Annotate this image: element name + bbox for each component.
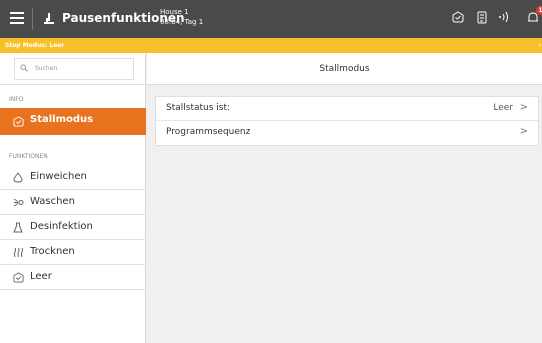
sidebar: Suchen INFO Stallmodus FUNKTIONEN Einwei… <box>0 53 146 343</box>
heat-icon <box>14 247 23 258</box>
page-title: Stallmodus <box>147 53 542 85</box>
status-check-icon[interactable] <box>452 11 464 23</box>
sidebar-item-label: Trocknen <box>30 246 75 257</box>
chevron-right-icon: > <box>519 126 528 137</box>
stop-mode-bar[interactable]: Stop Modus: Leer ‹ <box>0 38 542 53</box>
chevron-right-icon: > <box>519 102 528 113</box>
sidebar-item-waschen[interactable]: Waschen <box>0 190 146 215</box>
topbar-divider <box>32 8 33 30</box>
row-label: Programmsequenz <box>166 127 251 137</box>
pause-function-icon <box>44 13 54 24</box>
house-name: House 1 <box>160 8 189 16</box>
settings-card: Stallstatus ist: Leer > Programmsequenz … <box>155 96 539 146</box>
collapse-arrow-icon[interactable]: ‹ <box>538 38 541 53</box>
house-time-day: 08:04, Tag 1 <box>160 18 204 26</box>
sidebar-item-label: Leer <box>30 271 52 282</box>
house-info[interactable]: House 1 08:04, Tag 1 <box>160 7 203 27</box>
sidebar-item-leer[interactable]: Leer <box>0 265 146 290</box>
report-icon[interactable] <box>476 11 488 24</box>
notification-badge: 1 <box>536 6 542 15</box>
drop-icon <box>13 172 23 183</box>
status-icon <box>13 272 24 283</box>
search-icon <box>20 64 28 72</box>
sidebar-item-trocknen[interactable]: Trocknen <box>0 240 146 265</box>
hamburger-menu-icon[interactable] <box>10 12 24 26</box>
signal-icon[interactable] <box>497 11 511 23</box>
search-area: Suchen <box>0 53 146 85</box>
sidebar-item-desinfektion[interactable]: Desinfektion <box>0 215 146 240</box>
flask-icon <box>13 222 23 233</box>
sidebar-item-stallmodus[interactable]: Stallmodus <box>0 108 146 135</box>
stop-mode-text: Stop Modus: Leer <box>5 42 65 49</box>
top-bar: Pausenfunktionen House 1 08:04, Tag 1 1 <box>0 0 542 38</box>
sidebar-item-label: Einweichen <box>30 171 87 182</box>
row-label: Stallstatus ist: <box>166 103 231 113</box>
sidebar-item-label: Waschen <box>30 196 75 207</box>
row-programmsequenz[interactable]: Programmsequenz > <box>156 121 538 145</box>
sidebar-item-label: Desinfektion <box>30 221 93 232</box>
row-stallstatus[interactable]: Stallstatus ist: Leer > <box>156 97 538 121</box>
search-input[interactable]: Suchen <box>14 58 134 80</box>
sidebar-item-label: Stallmodus <box>30 114 94 125</box>
section-label-info: INFO <box>9 96 24 103</box>
spray-icon <box>13 198 24 207</box>
row-value: Leer <box>493 103 513 113</box>
status-icon <box>13 116 24 127</box>
sidebar-item-einweichen[interactable]: Einweichen <box>0 165 146 190</box>
section-label-functions: FUNKTIONEN <box>9 153 48 160</box>
